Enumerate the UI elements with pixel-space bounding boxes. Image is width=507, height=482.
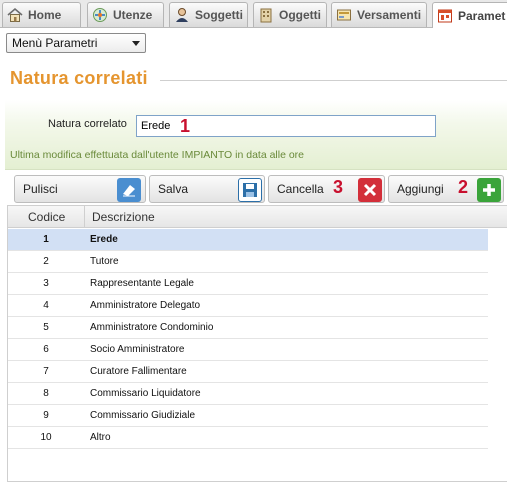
payment-icon [337, 9, 351, 21]
cell-descrizione: Amministratore Condominio [90, 322, 214, 333]
page-title: Natura correlati [10, 68, 148, 88]
natura-correlati-table: Codice Descrizione 1 Erede 2 Tutore 3 Rappres… [7, 205, 507, 482]
cell-codice: 3 [43, 278, 49, 289]
cell-descrizione: Rappresentante Legale [90, 278, 194, 289]
table-row[interactable]: 5 Amministratore Condominio [8, 317, 488, 339]
tab-label: Paramet [458, 8, 506, 23]
home-icon [7, 7, 23, 22]
annotation-badge-3: 3 [333, 177, 344, 197]
cell-descrizione: Socio Amministratore [90, 344, 185, 355]
eraser-icon [117, 178, 141, 202]
add-icon [477, 178, 501, 202]
pulisci-button[interactable]: Pulisci [14, 175, 146, 203]
table-row[interactable]: 10 Altro [8, 427, 488, 449]
chevron-down-icon [132, 41, 140, 46]
cell-codice: 7 [43, 366, 49, 377]
cell-descrizione: Commissario Liquidatore [90, 388, 201, 399]
cell-codice: 2 [43, 256, 49, 267]
tab-label: Versamenti [357, 8, 422, 22]
cell-descrizione: Altro [90, 432, 111, 443]
tab-parametri[interactable]: Paramet [432, 2, 507, 28]
pulisci-label: Pulisci [23, 182, 58, 196]
annotation-badge-2: 2 [458, 177, 469, 197]
params-icon [438, 9, 452, 22]
last-modified-info: Ultima modifica effettuata dall'utente I… [10, 149, 305, 161]
cell-codice: 4 [43, 300, 49, 311]
delete-icon [358, 178, 382, 202]
cancella-label: Cancella [277, 182, 324, 196]
save-icon [238, 178, 262, 202]
cancella-button[interactable]: Cancella [268, 175, 385, 203]
table-row[interactable]: 3 Rappresentante Legale [8, 273, 488, 295]
users-icon [93, 8, 107, 22]
cell-descrizione: Amministratore Delegato [90, 300, 201, 311]
natura-correlato-value: Erede [141, 120, 171, 132]
column-header-descrizione[interactable]: Descrizione [92, 210, 155, 224]
tab-label: Utenze [113, 8, 153, 22]
tab-soggetti[interactable]: Soggetti [169, 2, 248, 27]
tab-label: Home [28, 8, 62, 22]
menu-parametri-select[interactable]: Menù Parametri [6, 33, 146, 53]
tab-label: Soggetti [195, 8, 243, 22]
tab-oggetti[interactable]: Oggetti [253, 2, 327, 27]
tab-utenze[interactable]: Utenze [87, 2, 164, 27]
column-divider [84, 206, 85, 228]
cell-descrizione: Curatore Fallimentare [90, 366, 187, 377]
cell-codice: 10 [40, 432, 52, 443]
tab-label: Oggetti [279, 8, 321, 22]
tab-bar: Home Utenze Soggetti Oggetti Versamenti … [0, 0, 507, 28]
salva-label: Salva [158, 182, 189, 196]
aggiungi-label: Aggiungi [397, 182, 444, 196]
table-row[interactable]: 2 Tutore [8, 251, 488, 273]
table-row[interactable]: 7 Curatore Fallimentare [8, 361, 488, 383]
table-row[interactable]: 9 Commissario Giudiziale [8, 405, 488, 427]
aggiungi-button[interactable]: Aggiungi [388, 175, 504, 203]
cell-descrizione: Tutore [90, 256, 119, 267]
table-row[interactable]: 8 Commissario Liquidatore [8, 383, 488, 405]
column-header-codice[interactable]: Codice [28, 210, 65, 224]
salva-button[interactable]: Salva [149, 175, 265, 203]
table-row[interactable]: 4 Amministratore Delegato [8, 295, 488, 317]
cell-descrizione: Erede [90, 234, 118, 245]
cell-descrizione: Commissario Giudiziale [90, 410, 196, 421]
table-header: Codice Descrizione [8, 206, 507, 228]
table-row[interactable]: 1 Erede [8, 229, 488, 251]
person-icon [176, 8, 188, 22]
cell-codice: 5 [43, 322, 49, 333]
cell-codice: 6 [43, 344, 49, 355]
natura-correlato-label: Natura correlato [48, 118, 127, 130]
table-row[interactable]: 6 Socio Amministratore [8, 339, 488, 361]
menu-select-value: Menù Parametri [12, 36, 98, 50]
title-divider [160, 80, 507, 81]
annotation-badge-1: 1 [180, 116, 191, 136]
building-icon [260, 8, 272, 23]
tab-home[interactable]: Home [2, 2, 81, 27]
cell-codice: 9 [43, 410, 49, 421]
cell-codice: 1 [43, 234, 49, 245]
cell-codice: 8 [43, 388, 49, 399]
tab-versamenti[interactable]: Versamenti [331, 2, 427, 27]
